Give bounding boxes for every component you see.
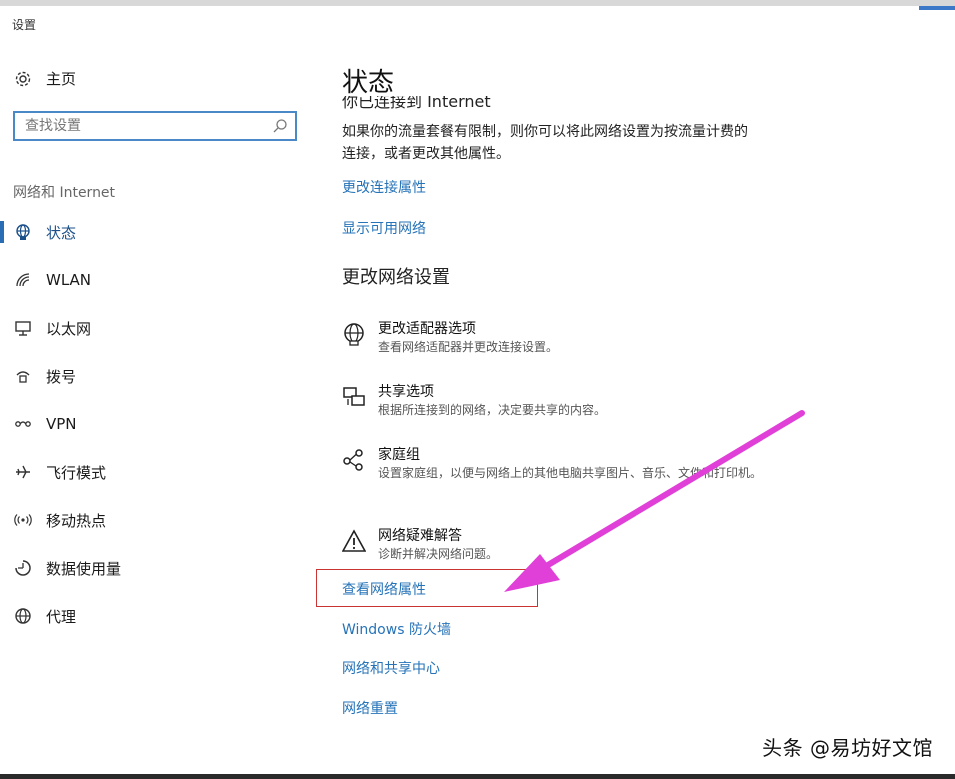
watermark: 头条 @易坊好文馆 (762, 736, 933, 760)
annotation-arrow (504, 410, 805, 592)
window-bottom-border (0, 774, 955, 779)
